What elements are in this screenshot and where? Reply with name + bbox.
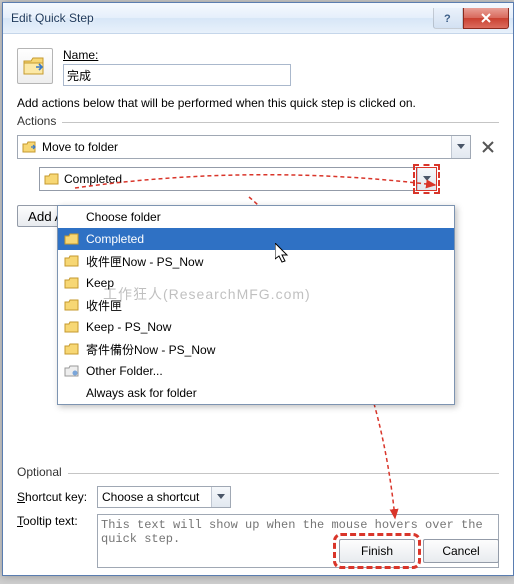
dropdown-item-label: Choose folder (86, 210, 161, 224)
optional-group-label: Optional (17, 465, 68, 479)
chevron-down-icon[interactable] (417, 168, 436, 190)
name-label: Name: (63, 48, 499, 62)
folder-dropdown-list: Choose folder Completed 收件匣Now - PS_Now Kee… (57, 205, 455, 405)
help-button[interactable]: ? (433, 8, 463, 29)
folder-icon (64, 297, 80, 313)
shortcut-key-label: Shortcut key: (17, 490, 97, 504)
mouse-cursor-icon (275, 243, 291, 265)
quickstep-icon[interactable] (17, 48, 53, 84)
other-folder-icon (64, 363, 80, 379)
actions-group-label: Actions (17, 114, 62, 128)
chevron-down-icon[interactable] (211, 487, 230, 507)
titlebar: Edit Quick Step ? (3, 3, 513, 34)
dropdown-item[interactable]: 收件匣Now - PS_Now (58, 250, 454, 272)
dropdown-item[interactable]: Keep (58, 272, 454, 294)
move-folder-icon (22, 55, 48, 77)
window-title: Edit Quick Step (11, 11, 433, 25)
folder-icon (64, 231, 80, 247)
dropdown-item[interactable]: Completed (58, 228, 454, 250)
x-icon (482, 141, 494, 153)
dialog-window: Edit Quick Step ? Name: Ad (2, 2, 514, 576)
close-button[interactable] (463, 8, 509, 29)
folder-select-combo[interactable]: Completed (39, 167, 437, 191)
dropdown-item-label: Always ask for folder (86, 386, 197, 400)
chevron-down-icon[interactable] (451, 136, 470, 158)
dropdown-item[interactable]: 收件匣 (58, 294, 454, 316)
shortcut-combo[interactable]: Choose a shortcut (97, 486, 231, 508)
svg-text:?: ? (444, 13, 451, 24)
folder-select-value: Completed (64, 172, 417, 186)
finish-button[interactable]: Finish (339, 539, 415, 563)
folder-icon (64, 275, 80, 291)
shortcut-value: Choose a shortcut (102, 490, 199, 504)
dropdown-item[interactable]: Keep - PS_Now (58, 316, 454, 338)
dropdown-item-label: Other Folder... (86, 364, 163, 378)
dropdown-item[interactable]: Always ask for folder (58, 382, 454, 404)
dropdown-item-label: 收件匣 (86, 297, 122, 314)
dropdown-item[interactable]: 寄件備份Now - PS_Now (58, 338, 454, 360)
dialog-footer: Finish Cancel (339, 539, 499, 563)
folder-icon (64, 319, 80, 335)
name-input[interactable] (63, 64, 291, 86)
window-controls: ? (433, 8, 509, 28)
dropdown-item-label: Completed (86, 232, 144, 246)
cancel-button[interactable]: Cancel (423, 539, 499, 563)
dropdown-item[interactable]: Choose folder (58, 206, 454, 228)
action-type-combo[interactable]: Move to folder (17, 135, 471, 159)
folder-icon (64, 253, 80, 269)
delete-action-button[interactable] (477, 136, 499, 158)
dropdown-item[interactable]: Other Folder... (58, 360, 454, 382)
dropdown-item-label: 收件匣Now - PS_Now (86, 253, 203, 270)
dropdown-item-label: 寄件備份Now - PS_Now (86, 341, 215, 358)
folder-icon (64, 341, 80, 357)
close-icon (480, 13, 492, 23)
action-type-value: Move to folder (42, 140, 451, 154)
move-folder-icon (22, 139, 38, 155)
dropdown-item-label: Keep - PS_Now (86, 320, 171, 334)
description-text: Add actions below that will be performed… (17, 96, 499, 110)
folder-icon (44, 171, 60, 187)
tooltip-label: Tooltip text: (17, 514, 97, 528)
dropdown-item-label: Keep (86, 276, 114, 290)
